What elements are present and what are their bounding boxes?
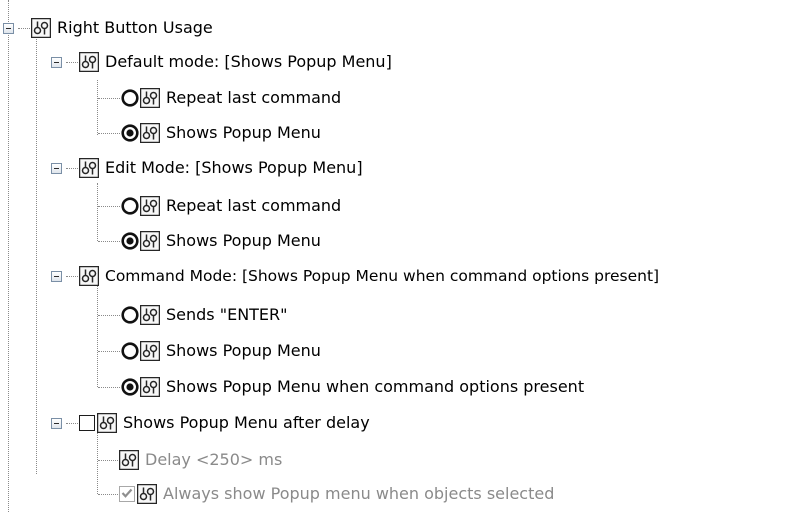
- options-icon: [140, 341, 160, 361]
- tree-guide-group-4: [97, 432, 98, 494]
- option-label: Delay <250> ms: [145, 450, 283, 469]
- option-label: Sends "ENTER": [166, 305, 288, 324]
- tree-item-popup-after-delay[interactable]: Shows Popup Menu after delay: [79, 410, 370, 436]
- radio-option-sends-enter[interactable]: Sends "ENTER": [121, 302, 288, 328]
- tree-item-label: Edit Mode: [Shows Popup Menu]: [105, 158, 363, 177]
- tree-guide-group-1: [97, 80, 98, 135]
- option-label: Shows Popup Menu: [166, 231, 321, 250]
- collapse-toggle-default-mode[interactable]: [51, 57, 62, 68]
- radio-option-shows-popup-menu-when-options[interactable]: Shows Popup Menu when command options pr…: [121, 374, 584, 400]
- options-icon: [140, 305, 160, 325]
- checkbox-popup-after-delay[interactable]: [79, 415, 95, 431]
- tree-connector: [66, 276, 78, 277]
- collapse-toggle-root[interactable]: [3, 23, 14, 34]
- options-icon: [79, 52, 99, 72]
- checkbox-always-show-popup[interactable]: [119, 486, 135, 502]
- tree-item-label: Default mode: [Shows Popup Menu]: [105, 52, 392, 71]
- radio-unselected-icon[interactable]: [121, 306, 139, 324]
- tree-item-label: Command Mode: [Shows Popup Menu when com…: [105, 267, 660, 285]
- collapse-toggle-edit-mode[interactable]: [51, 163, 62, 174]
- tree-connector: [98, 460, 118, 461]
- radio-unselected-icon[interactable]: [121, 342, 139, 360]
- tree-item-label: Shows Popup Menu after delay: [123, 413, 370, 432]
- tree-connector: [66, 423, 78, 424]
- options-tree: Right Button Usage Default mode: [Shows …: [0, 0, 803, 512]
- tree-item-edit-mode[interactable]: Edit Mode: [Shows Popup Menu]: [79, 155, 363, 181]
- options-icon: [140, 231, 160, 251]
- tree-guide-left-edge: [8, 0, 9, 512]
- option-label: Repeat last command: [166, 196, 342, 215]
- options-icon: [140, 196, 160, 216]
- tree-item-label: Right Button Usage: [57, 18, 213, 37]
- radio-selected-icon[interactable]: [121, 378, 139, 396]
- tree-connector: [18, 28, 30, 29]
- tree-item-right-button-usage[interactable]: Right Button Usage: [31, 15, 213, 41]
- option-label: Always show Popup menu when objects sele…: [163, 484, 555, 503]
- tree-item-command-mode[interactable]: Command Mode: [Shows Popup Menu when com…: [79, 263, 659, 289]
- tree-connector: [98, 351, 120, 352]
- tree-connector: [98, 315, 120, 316]
- tree-guide-group-3: [97, 286, 98, 387]
- radio-unselected-icon[interactable]: [121, 89, 139, 107]
- options-icon: [79, 266, 99, 286]
- options-icon: [79, 158, 99, 178]
- tree-guide-group-2: [97, 183, 98, 241]
- option-label: Shows Popup Menu: [166, 123, 321, 142]
- radio-unselected-icon[interactable]: [121, 197, 139, 215]
- tree-item-default-mode[interactable]: Default mode: [Shows Popup Menu]: [79, 49, 392, 75]
- tree-connector: [98, 494, 118, 495]
- checkmark-icon: [121, 488, 133, 498]
- options-icon: [140, 88, 160, 108]
- option-label: Shows Popup Menu: [166, 341, 321, 360]
- tree-item-delay-value[interactable]: Delay <250> ms: [119, 447, 282, 473]
- radio-selected-icon[interactable]: [121, 124, 139, 142]
- tree-connector: [98, 387, 120, 388]
- tree-connector: [98, 133, 120, 134]
- option-label: Repeat last command: [166, 88, 342, 107]
- options-icon: [140, 377, 160, 397]
- collapse-toggle-command-mode[interactable]: [51, 271, 62, 282]
- radio-option-repeat-last-command[interactable]: Repeat last command: [121, 85, 341, 111]
- tree-connector: [98, 241, 120, 242]
- checkbox-option-always-show-popup[interactable]: Always show Popup menu when objects sele…: [119, 481, 554, 507]
- collapse-toggle-popup-delay[interactable]: [51, 418, 62, 429]
- options-icon: [31, 18, 51, 38]
- tree-connector: [98, 206, 120, 207]
- radio-selected-icon[interactable]: [121, 232, 139, 250]
- tree-connector: [66, 168, 78, 169]
- radio-option-shows-popup-menu[interactable]: Shows Popup Menu: [121, 338, 321, 364]
- tree-guide-root: [36, 34, 37, 474]
- tree-connector: [98, 98, 120, 99]
- option-label: Shows Popup Menu when command options pr…: [166, 377, 585, 396]
- options-icon: [97, 413, 117, 433]
- radio-option-shows-popup-menu[interactable]: Shows Popup Menu: [121, 120, 321, 146]
- options-icon: [119, 450, 139, 470]
- options-icon: [137, 484, 157, 504]
- options-icon: [140, 123, 160, 143]
- radio-option-shows-popup-menu[interactable]: Shows Popup Menu: [121, 228, 321, 254]
- tree-connector: [66, 62, 78, 63]
- radio-option-repeat-last-command[interactable]: Repeat last command: [121, 193, 341, 219]
